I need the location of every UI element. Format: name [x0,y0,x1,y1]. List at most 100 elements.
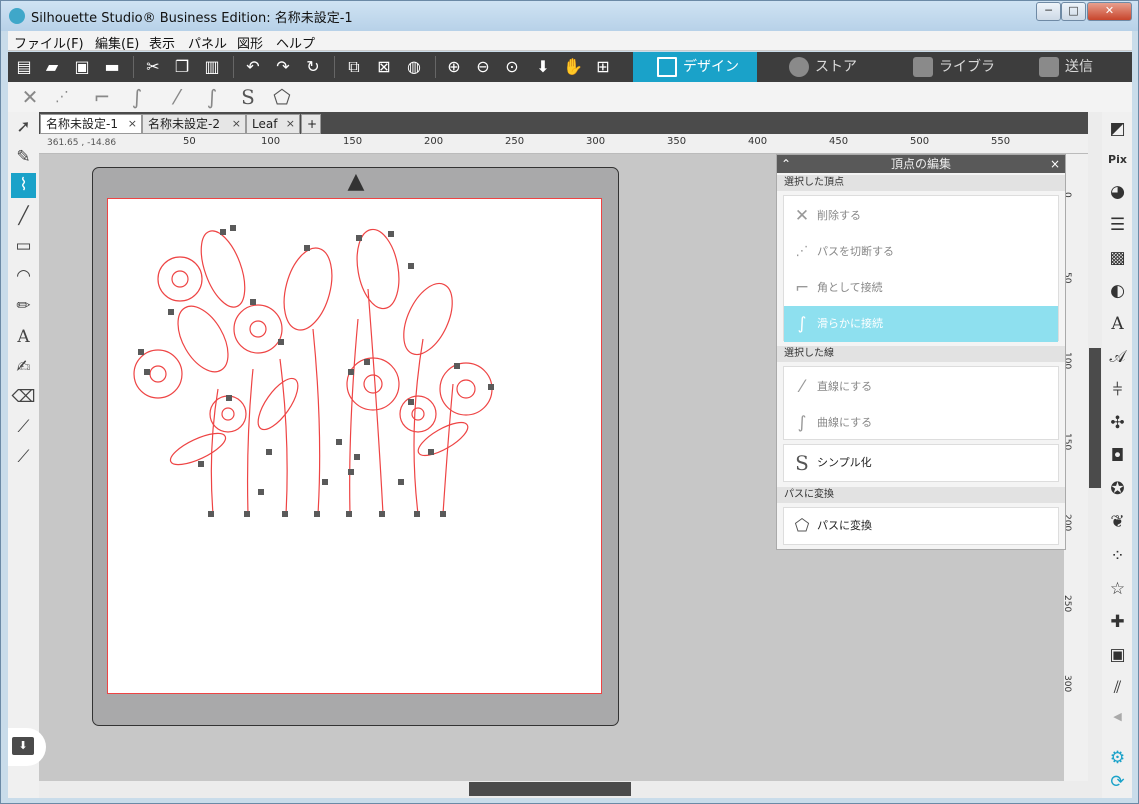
make-straight-button[interactable]: ⁄ 直線にする [784,369,1058,405]
zoom-in-icon[interactable]: ⊕ [444,58,464,76]
tab-design[interactable]: デザイン [633,52,757,82]
collapse-chevron-icon[interactable]: ⌃ [781,155,791,173]
ellipse-tool-icon[interactable]: ◠ [11,264,36,289]
redo-icon[interactable]: ↷ [273,58,293,76]
pixscan-icon[interactable]: Pix [1105,147,1130,172]
convert-to-path-icon[interactable]: ⬠ [270,85,294,109]
scrollbar-thumb[interactable] [1089,348,1101,488]
panel-close-icon[interactable]: × [1050,155,1060,173]
align-icon[interactable]: ⫩ [1105,378,1130,403]
doc-tab-label: 名称未設定-2 [148,117,220,131]
replicate-icon[interactable]: ↻ [303,58,323,76]
cut-icon[interactable]: ✂ [143,58,163,76]
corner-join-button[interactable]: ⌐ 角として接続 [784,270,1058,306]
undo-icon[interactable]: ↶ [243,58,263,76]
menu-help[interactable]: ヘルプ [276,33,315,52]
maximize-button[interactable]: □ [1061,2,1086,21]
tab-store[interactable]: ストア [757,52,881,82]
pencil-tool-icon[interactable]: ✏ [11,294,36,319]
print-icon[interactable]: ▬ [102,58,122,76]
transform-icon[interactable]: ✣ [1105,411,1130,436]
page-setup-icon[interactable]: ◩ [1105,117,1130,142]
corner-point-icon[interactable]: ⌐ [90,85,114,109]
doc-tab-close-icon[interactable]: × [128,115,137,133]
move-down-icon[interactable]: ⬇ [533,58,553,76]
delete-point-button[interactable]: ✕ 削除する [784,198,1058,234]
point-edit-icon[interactable]: ⌇ [11,173,36,198]
fill-color-icon[interactable]: ◍ [404,58,424,76]
straight-line-icon[interactable]: ⁄ [165,85,189,109]
save-icon[interactable]: ▣ [72,58,92,76]
smooth-point-icon[interactable]: ∫ [125,85,149,109]
flower-bouquet-design[interactable] [108,199,601,693]
lasso-icon[interactable]: ✎ [11,145,36,170]
paste-icon[interactable]: ▥ [202,58,222,76]
select-arrow-icon[interactable]: ➚ [11,115,36,140]
line-style-icon[interactable]: ☰ [1105,213,1130,238]
menu-shape[interactable]: 図形 [237,33,263,52]
tab-send[interactable]: 送信 [1007,52,1132,82]
close-button[interactable]: ✕ [1087,2,1132,21]
doc-tab-close-icon[interactable]: × [286,115,295,133]
menu-view[interactable]: 表示 [149,33,175,52]
delete-point-icon[interactable]: ✕ [18,85,42,109]
eyedropper-icon[interactable]: ⟋ [11,445,36,470]
add-tab-button[interactable]: + [301,114,321,134]
menu-panel[interactable]: パネル [188,33,227,52]
simplify-icon[interactable]: S [236,85,260,109]
menu-edit[interactable]: 編集(E) [95,33,139,52]
make-curve-button[interactable]: ∫ 曲線にする [784,405,1058,441]
settings-gear-icon[interactable]: ⚙ [1105,746,1130,771]
trace-icon[interactable]: ❦ [1105,510,1130,535]
contrast-icon[interactable]: ◐ [1105,279,1130,304]
group-icon[interactable]: ⧉ [344,58,364,76]
doc-tab-untitled-2[interactable]: 名称未設定-2 × [142,114,246,134]
smooth-join-button[interactable]: ∫ 滑らかに接続 [784,306,1058,342]
zoom-out-icon[interactable]: ⊖ [473,58,493,76]
break-path-icon[interactable]: ⋰ [50,85,74,109]
knife-tool-icon[interactable]: ⟋ [11,415,36,440]
text-path-icon[interactable]: 𝒜 [1105,345,1130,370]
ungroup-icon[interactable]: ⊠ [374,58,394,76]
new-document-icon[interactable]: ▤ [14,58,34,76]
section-selected-points: 選択した頂点 [777,175,1065,191]
scrollbar-thumb[interactable] [469,782,631,796]
tab-library[interactable]: ライブラリ [881,52,1007,105]
break-path-button[interactable]: ⋰ パスを切断する [784,234,1058,270]
zoom-area-icon[interactable]: ⊙ [502,58,522,76]
simplify-button[interactable]: S シンプル化 [784,445,1058,481]
modify-icon[interactable]: ◘ [1105,444,1130,469]
doc-tab-close-icon[interactable]: × [232,115,241,133]
favorites-star-icon[interactable]: ☆ [1105,577,1130,602]
sketch-effect-icon[interactable]: ⫽ [1105,676,1130,701]
library-folder-tab[interactable]: ⬇ [8,728,46,766]
horizontal-scrollbar[interactable] [39,781,1088,798]
title-bar: Silhouette Studio® Business Edition: 名称未… [1,1,1138,31]
sync-icon[interactable]: ⟳ [1105,770,1130,795]
open-folder-icon[interactable]: ▰ [42,58,62,76]
fit-page-icon[interactable]: ⊞ [593,58,613,76]
text-style-icon[interactable]: A [1105,312,1130,337]
puzzle-icon[interactable]: ✚ [1105,610,1130,635]
eraser-icon[interactable]: ⌫ [11,385,36,410]
corner-point-icon: ⌐ [794,278,810,298]
fill-palette-icon[interactable]: ◕ [1105,180,1130,205]
rectangle-tool-icon[interactable]: ▭ [11,234,36,259]
rhinestone-icon[interactable]: ⁘ [1105,544,1130,569]
sketch-tool-icon[interactable]: ✍ [11,355,36,380]
text-tool-icon[interactable]: A [11,325,36,350]
doc-tab-leaf[interactable]: Leaf × [246,114,300,134]
line-tool-icon[interactable]: ╱ [11,204,36,229]
vertical-scrollbar[interactable] [1088,112,1102,798]
copy-icon[interactable]: ❐ [172,58,192,76]
doc-tab-untitled-1[interactable]: 名称未設定-1 × [40,114,142,134]
emboss-icon[interactable]: ▣ [1105,643,1130,668]
texture-icon[interactable]: ▩ [1105,246,1130,271]
menu-file[interactable]: ファイル(F) [14,33,84,52]
offset-star-icon[interactable]: ✪ [1105,477,1130,502]
pan-hand-icon[interactable]: ✋ [563,58,583,76]
collapse-arrow-icon[interactable]: ◀ [1105,704,1130,729]
curve-line-icon[interactable]: ∫ [200,85,224,109]
minimize-button[interactable]: ─ [1036,2,1061,21]
convert-to-path-button[interactable]: ⬠ パスに変換 [784,508,1058,544]
